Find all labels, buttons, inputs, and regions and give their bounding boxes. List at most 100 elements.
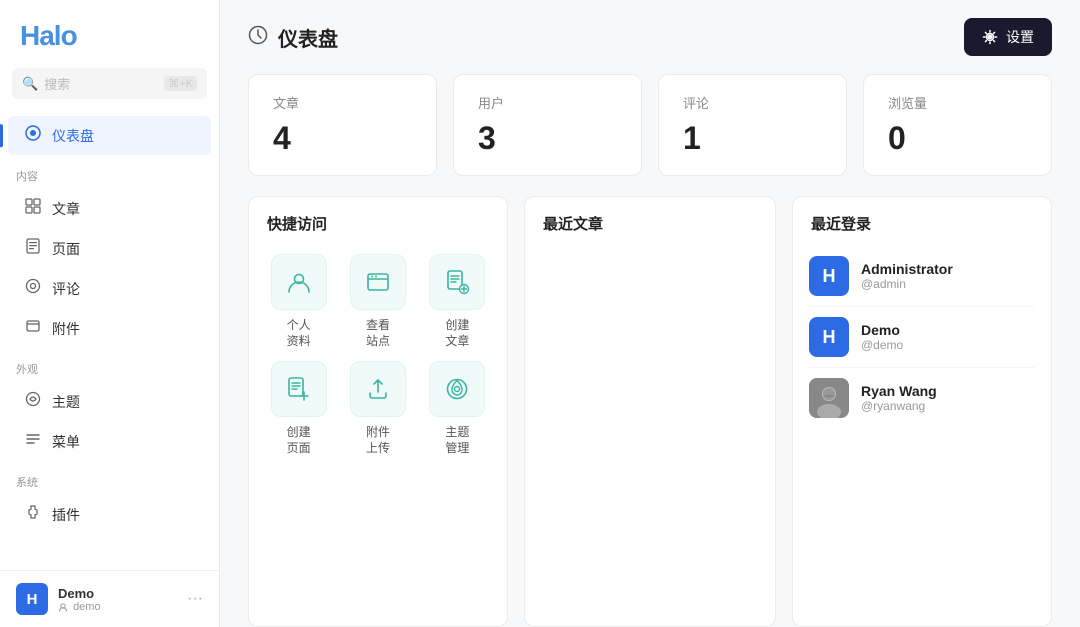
settings-button[interactable]: 设置: [964, 18, 1052, 56]
stat-pageviews: 浏览量 0: [863, 74, 1052, 176]
plugins-icon: [24, 504, 42, 525]
search-placeholder: 搜索: [44, 74, 158, 93]
sidebar-item-themes[interactable]: 主题: [8, 382, 211, 421]
quick-item-label: 查看站点: [366, 318, 390, 349]
section-label-content: 内容: [0, 156, 219, 188]
quick-item-label: 附件上传: [366, 425, 390, 456]
sidebar-item-attachments[interactable]: 附件: [8, 309, 211, 348]
theme-management-icon: [429, 361, 485, 417]
menus-icon: [24, 431, 42, 452]
sidebar-item-dashboard[interactable]: 仪表盘: [8, 116, 211, 155]
stat-articles: 文章 4: [248, 74, 437, 176]
recent-logins-title: 最近登录: [793, 197, 1051, 246]
search-icon: 🔍: [22, 76, 38, 92]
login-list: H Administrator @admin H Demo @demo: [793, 246, 1051, 436]
stat-comments-label: 评论: [683, 93, 822, 112]
pages-icon: [24, 238, 42, 259]
create-page-icon: [271, 361, 327, 417]
login-handle: @ryanwang: [861, 399, 937, 413]
content-area: 快捷访问 个人资料: [220, 196, 1080, 627]
stat-articles-value: 4: [273, 120, 412, 157]
quick-item-create-article[interactable]: 创建文章: [424, 254, 491, 349]
sidebar-item-comments[interactable]: 评论: [8, 269, 211, 308]
page-title: 仪表盘: [248, 23, 338, 52]
stat-pageviews-value: 0: [888, 120, 1027, 157]
sidebar-item-label: 主题: [52, 392, 80, 412]
recent-articles-title: 最近文章: [525, 197, 775, 246]
login-info-admin: Administrator @admin: [861, 261, 953, 291]
stat-articles-label: 文章: [273, 93, 412, 112]
quick-item-upload-attachment[interactable]: 附件上传: [344, 361, 411, 456]
user-name: Demo: [58, 586, 177, 601]
sidebar-item-label: 菜单: [52, 432, 80, 452]
quick-access-panel: 快捷访问 个人资料: [248, 196, 508, 627]
sidebar-footer[interactable]: H Demo demo ···: [0, 570, 219, 627]
login-item-admin[interactable]: H Administrator @admin: [809, 246, 1035, 307]
quick-item-create-page[interactable]: 创建页面: [265, 361, 332, 456]
stat-users: 用户 3: [453, 74, 642, 176]
quick-item-label: 主题管理: [445, 425, 469, 456]
sidebar-item-pages[interactable]: 页面: [8, 229, 211, 268]
sidebar-item-articles[interactable]: 文章: [8, 189, 211, 228]
main-header: 仪表盘 设置: [220, 0, 1080, 74]
login-item-ryanwang[interactable]: Ryan Wang @ryanwang: [809, 368, 1035, 428]
sidebar-item-label: 仪表盘: [52, 126, 94, 146]
view-site-icon: [350, 254, 406, 310]
sidebar-item-menus[interactable]: 菜单: [8, 422, 211, 461]
create-article-icon: [429, 254, 485, 310]
main-content: 仪表盘 设置 文章 4 用户 3 评论 1 浏览量 0: [220, 0, 1080, 627]
quick-item-label: 个人资料: [287, 318, 311, 349]
quick-access-grid: 个人资料 查看站点: [249, 246, 507, 472]
articles-icon: [24, 198, 42, 219]
search-shortcut: ⌘+K: [164, 76, 197, 91]
login-name: Ryan Wang: [861, 383, 937, 399]
login-handle: @demo: [861, 338, 903, 352]
comments-icon: [24, 278, 42, 299]
login-name: Demo: [861, 322, 903, 338]
search-bar[interactable]: 🔍 搜索 ⌘+K: [12, 68, 207, 99]
dashboard-icon: [24, 125, 42, 146]
more-options-button[interactable]: ···: [187, 590, 203, 608]
stat-pageviews-label: 浏览量: [888, 93, 1027, 112]
sidebar-item-label: 文章: [52, 199, 80, 219]
section-label-system: 系统: [0, 462, 219, 494]
user-avatar: H: [16, 583, 48, 615]
sidebar: Halo 🔍 搜索 ⌘+K 仪表盘 内容: [0, 0, 220, 627]
sidebar-item-label: 插件: [52, 505, 80, 525]
login-avatar-ryanwang: [809, 378, 849, 418]
login-item-demo[interactable]: H Demo @demo: [809, 307, 1035, 368]
user-handle: demo: [58, 601, 177, 613]
recent-logins-panel: 最近登录 H Administrator @admin H Demo @demo: [792, 196, 1052, 627]
stat-users-label: 用户: [478, 93, 617, 112]
section-label-appearance: 外观: [0, 349, 219, 381]
themes-icon: [24, 391, 42, 412]
login-info-demo: Demo @demo: [861, 322, 903, 352]
stat-users-value: 3: [478, 120, 617, 157]
attachments-icon: [24, 318, 42, 339]
quick-item-label: 创建文章: [445, 318, 469, 349]
sidebar-item-label: 附件: [52, 319, 80, 339]
quick-item-profile[interactable]: 个人资料: [265, 254, 332, 349]
recent-articles-panel: 最近文章: [524, 196, 776, 627]
sidebar-item-plugins[interactable]: 插件: [8, 495, 211, 534]
login-avatar-admin: H: [809, 256, 849, 296]
login-handle: @admin: [861, 277, 953, 291]
quick-item-label: 创建页面: [287, 425, 311, 456]
stat-comments: 评论 1: [658, 74, 847, 176]
sidebar-item-label: 评论: [52, 279, 80, 299]
app-logo: Halo: [0, 0, 219, 68]
sidebar-nav: 仪表盘 内容 文章: [0, 111, 219, 570]
quick-item-view-site[interactable]: 查看站点: [344, 254, 411, 349]
stats-row: 文章 4 用户 3 评论 1 浏览量 0: [220, 74, 1080, 196]
login-name: Administrator: [861, 261, 953, 277]
login-info-ryanwang: Ryan Wang @ryanwang: [861, 383, 937, 413]
stat-comments-value: 1: [683, 120, 822, 157]
profile-icon: [271, 254, 327, 310]
user-info: Demo demo: [58, 586, 177, 613]
sidebar-item-label: 页面: [52, 239, 80, 259]
quick-access-title: 快捷访问: [249, 197, 507, 246]
title-icon: [248, 25, 268, 50]
login-avatar-demo: H: [809, 317, 849, 357]
quick-item-theme-management[interactable]: 主题管理: [424, 361, 491, 456]
upload-attachment-icon: [350, 361, 406, 417]
